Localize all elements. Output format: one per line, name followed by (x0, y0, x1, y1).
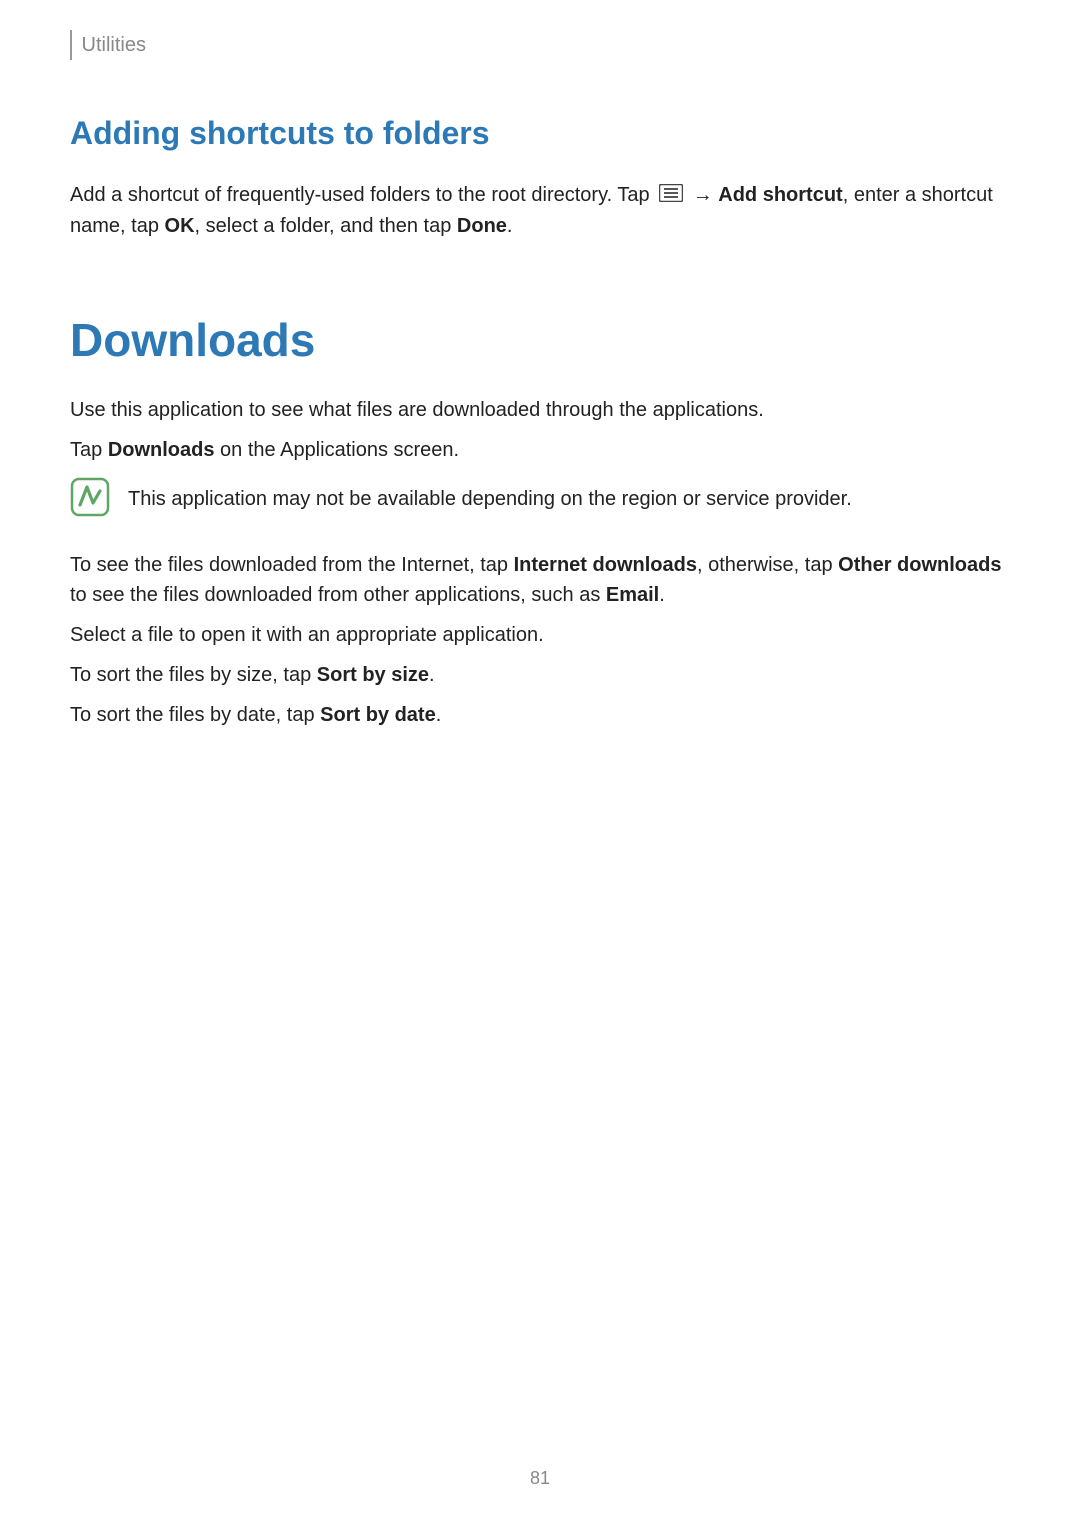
heading-downloads: Downloads (70, 313, 1010, 367)
text: , otherwise, tap (697, 554, 838, 576)
para-select-file: Select a file to open it with an appropr… (70, 620, 1010, 650)
menu-icon (659, 181, 683, 211)
text-bold: Sort by date (320, 704, 436, 726)
text: To sort the files by size, tap (70, 664, 317, 686)
text-bold: Add shortcut (718, 184, 842, 206)
section-label: Utilities (82, 34, 146, 57)
text-bold: Email (606, 584, 659, 606)
text: . (436, 704, 442, 726)
para-tap-downloads: Tap Downloads on the Applications screen… (70, 435, 1010, 465)
note-text: This application may not be available de… (128, 484, 852, 514)
text: → (687, 184, 718, 206)
text: . (659, 584, 665, 606)
text: . (429, 664, 435, 686)
text-bold: Downloads (108, 439, 215, 461)
para-sort-size: To sort the files by size, tap Sort by s… (70, 660, 1010, 690)
note-icon (70, 477, 110, 522)
text: To sort the files by date, tap (70, 704, 320, 726)
para-downloads-intro: Use this application to see what files a… (70, 395, 1010, 425)
text-bold: Done (457, 215, 507, 237)
note-row: This application may not be available de… (70, 477, 1010, 522)
text-bold: OK (165, 215, 195, 237)
text-bold: Sort by size (317, 664, 429, 686)
text: Add a shortcut of frequently-used folder… (70, 184, 655, 206)
text: to see the files downloaded from other a… (70, 584, 606, 606)
para-internet-downloads: To see the files downloaded from the Int… (70, 550, 1010, 610)
text-bold: Internet downloads (514, 554, 697, 576)
text-bold: Other downloads (838, 554, 1001, 576)
para-sort-date: To sort the files by date, tap Sort by d… (70, 700, 1010, 730)
text: To see the files downloaded from the Int… (70, 554, 514, 576)
page-header: Utilities (70, 30, 1010, 60)
page-number: 81 (0, 1468, 1080, 1489)
heading-adding-shortcuts: Adding shortcuts to folders (70, 115, 1010, 152)
text: Tap (70, 439, 108, 461)
text: . (507, 215, 513, 237)
header-divider (70, 30, 72, 60)
para-add-shortcut: Add a shortcut of frequently-used folder… (70, 180, 1010, 241)
text: , select a folder, and then tap (195, 215, 457, 237)
text: on the Applications screen. (214, 439, 459, 461)
